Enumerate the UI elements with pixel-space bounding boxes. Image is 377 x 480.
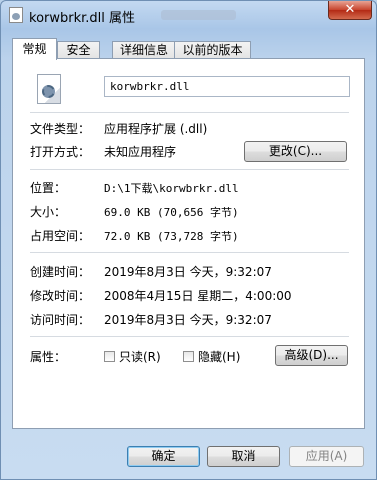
tab-general[interactable]: 常规: [12, 38, 57, 60]
opens-with-value: 未知应用程序: [104, 145, 177, 159]
size-on-disk-label: 占用空间：: [30, 229, 91, 243]
file-type-label: 文件类型：: [30, 122, 91, 136]
size-on-disk-value: 72.0 KB (73,728 字节): [104, 230, 239, 243]
size-label: 大小：: [30, 205, 67, 219]
modified-value: 2008年4月15日 星期二，4:00:00: [104, 289, 292, 303]
attributes-label: 属性：: [30, 350, 67, 364]
properties-window: korwbrkr.dll 属性 ✕ 常规 安全 详细信息 以前的版本 korwb…: [0, 0, 377, 480]
divider: [30, 336, 349, 337]
tab-security[interactable]: 安全: [57, 41, 100, 59]
hidden-checkbox[interactable]: [183, 351, 194, 362]
file-name-field[interactable]: korwbrkr.dll: [104, 76, 350, 97]
file-type-value: 应用程序扩展 (.dll): [104, 122, 208, 136]
tab-details[interactable]: 详细信息: [112, 41, 176, 59]
apply-button[interactable]: 应用(A): [289, 446, 364, 467]
accessed-value: 2019年8月3日 今天，9:32:07: [104, 313, 272, 327]
divider: [30, 112, 349, 113]
title-blur: [161, 10, 236, 20]
general-panel: korwbrkr.dll 文件类型： 应用程序扩展 (.dll) 打开方式： 未…: [12, 58, 365, 429]
cancel-button[interactable]: 取消: [207, 446, 280, 467]
location-label: 位置：: [30, 181, 67, 195]
advanced-button[interactable]: 高级(D)...: [275, 345, 348, 366]
created-value: 2019年8月3日 今天，9:32:07: [104, 265, 272, 279]
gear-icon: [42, 85, 55, 98]
location-value: D:\1下载\korwbrkr.dll: [104, 182, 239, 195]
accessed-label: 访问时间：: [30, 313, 91, 327]
readonly-label[interactable]: 只读(R): [119, 348, 161, 365]
title-bar[interactable]: korwbrkr.dll 属性 ✕: [1, 1, 377, 29]
opens-with-label: 打开方式：: [30, 145, 91, 159]
window-title: korwbrkr.dll 属性: [29, 11, 136, 26]
divider: [30, 169, 349, 170]
close-button[interactable]: ✕: [328, 1, 372, 20]
dll-file-icon: [9, 7, 23, 23]
created-label: 创建时间：: [30, 265, 91, 279]
ok-button[interactable]: 确定: [127, 446, 200, 467]
readonly-checkbox[interactable]: [104, 351, 115, 362]
divider: [30, 252, 349, 253]
change-button[interactable]: 更改(C)...: [244, 141, 347, 162]
modified-label: 修改时间：: [30, 289, 91, 303]
dll-file-large-icon: [37, 74, 61, 104]
hidden-label[interactable]: 隐藏(H): [198, 348, 240, 365]
tab-previous-versions[interactable]: 以前的版本: [174, 41, 251, 59]
size-value: 69.0 KB (70,656 字节): [104, 206, 239, 219]
